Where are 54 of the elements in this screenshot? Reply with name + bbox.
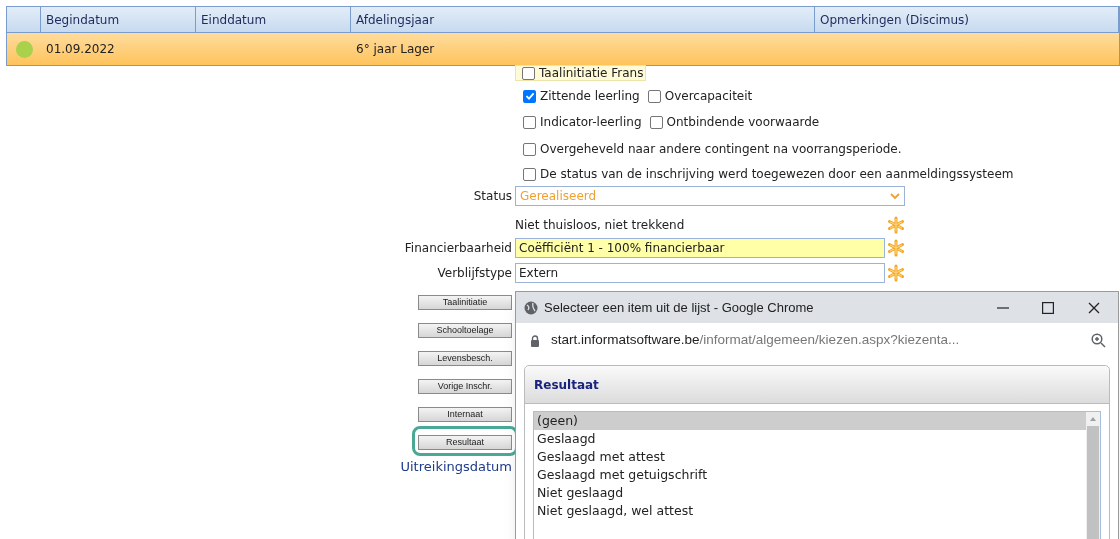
checkbox[interactable] xyxy=(523,142,536,156)
list-option[interactable]: Niet geslaagd xyxy=(534,484,1086,502)
field-label: Uitreikingsdatum xyxy=(400,458,512,476)
required-asterisk-icon xyxy=(887,264,905,282)
table-cell-text: 6° jaar Lager xyxy=(355,41,436,58)
list-option[interactable]: Geslaagd met attest xyxy=(534,448,1086,466)
text-field[interactable]: Extern xyxy=(515,263,885,283)
checkbox-label: Overcapaciteit xyxy=(664,88,753,105)
side-button[interactable]: Taalinitiatie xyxy=(418,295,512,310)
column-header[interactable]: Opmerkingen (Discimus) xyxy=(815,7,1119,32)
table-cell-text: 01.09.2022 xyxy=(45,41,116,58)
chevron-down-icon xyxy=(890,192,900,200)
checkbox-label: Indicator-leerling xyxy=(540,114,642,131)
side-button[interactable]: Levensbesch. xyxy=(418,351,512,366)
side-button[interactable]: Internaat xyxy=(418,407,512,422)
globe-icon xyxy=(524,300,538,315)
checkbox[interactable] xyxy=(523,89,536,103)
checkbox[interactable] xyxy=(522,66,535,80)
checkbox-label: Ontbindende voorwaarde xyxy=(666,114,820,131)
list-option[interactable]: Geslaagd xyxy=(534,430,1086,448)
side-button[interactable]: Vorige Inschr. xyxy=(418,379,512,394)
scroll-up-icon[interactable] xyxy=(1089,415,1097,423)
side-button[interactable]: Schooltoelage xyxy=(418,323,512,338)
checkbox[interactable] xyxy=(523,115,536,129)
checkbox[interactable] xyxy=(649,115,663,129)
checkbox-label: Zittende leerling xyxy=(540,88,640,105)
scrollbar[interactable] xyxy=(1086,412,1100,539)
text-field[interactable]: Coëfficiënt 1 - 100% financierbaar xyxy=(515,238,885,258)
table-row[interactable]: 01.09.2022 6° jaar Lager xyxy=(7,33,1119,65)
column-header[interactable]: Einddatum xyxy=(196,7,351,32)
side-button[interactable]: Resultaat xyxy=(418,435,512,450)
list-option[interactable]: Geslaagd met getuigschrift xyxy=(534,466,1086,484)
lock-icon xyxy=(530,334,540,347)
checkbox[interactable] xyxy=(647,89,661,103)
required-asterisk-icon xyxy=(887,239,905,257)
required-asterisk-icon xyxy=(887,216,905,234)
window-title: Selecteer een item uit de lijst - Google Chrome xyxy=(544,298,815,317)
list-option[interactable]: Niet geslaagd, wel attest xyxy=(534,502,1086,520)
checkbox-label: Taalinitiatie Frans xyxy=(539,65,644,82)
field-label: Verblijfstype xyxy=(437,265,512,282)
field-label: Financierbaarheid xyxy=(404,240,512,257)
info-text: Niet thuisloos, niet trekkend xyxy=(515,217,686,234)
close-icon[interactable] xyxy=(1088,301,1100,314)
checkbox[interactable] xyxy=(523,167,536,181)
maximize-icon[interactable] xyxy=(1042,301,1054,314)
column-header[interactable]: Begindatum xyxy=(41,7,196,32)
result-listbox[interactable]: (geen) Geslaagd Geslaagd met attest Geslaagd met getuigschrift Niet geslaagd Niet geslaagd, wel attest xyxy=(533,411,1101,539)
panel-title: Resultaat xyxy=(534,376,599,394)
checkbox-label: Overgeheveld naar andere contingent na voorrangsperiode. xyxy=(540,141,902,158)
column-header[interactable]: Afdelingsjaar xyxy=(351,7,815,32)
field-label: Status xyxy=(473,188,512,205)
list-option[interactable]: (geen) xyxy=(534,412,1086,430)
checkbox-label: De status van de inschrijving werd toegewezen door een aanmeldingssysteem xyxy=(540,166,1014,183)
zoom-in-icon[interactable] xyxy=(1091,333,1106,348)
